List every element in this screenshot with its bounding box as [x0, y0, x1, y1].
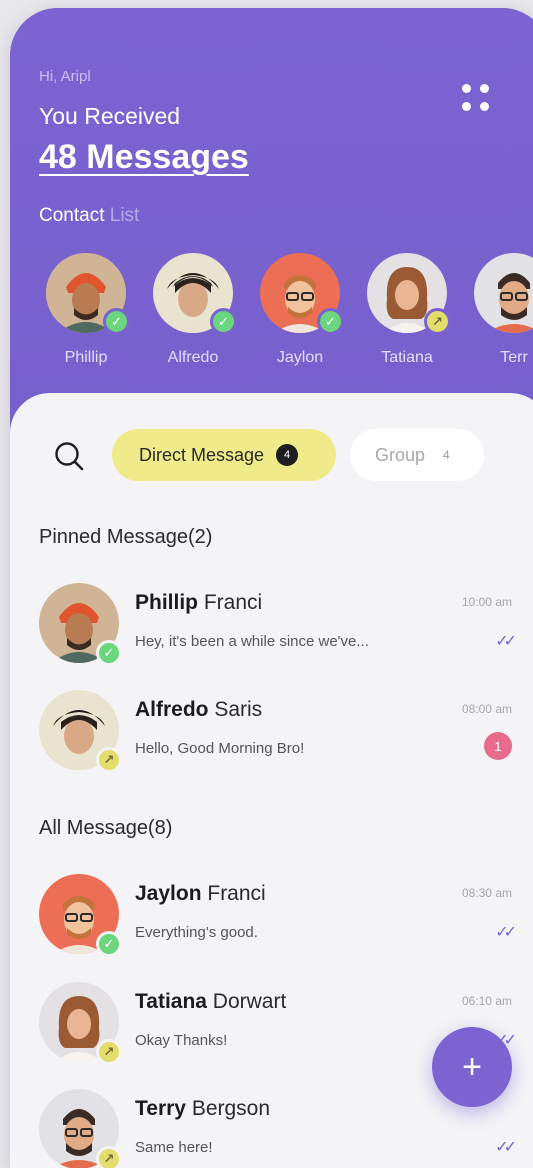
app-screen: Hi, Aripl You Received 48 Messages Conta… [10, 8, 533, 1168]
tab-label: Group [375, 444, 426, 465]
tab-group[interactable]: Group 4 [350, 429, 484, 481]
read-check-icon: ✓✓ [495, 924, 517, 941]
greeting: Hi, Aripl [39, 68, 91, 85]
avatar: ✓ [39, 583, 122, 666]
sender-name: Terry Bergson [135, 1097, 271, 1120]
avatar: ✓ [153, 253, 237, 335]
sender-name: Phillip Franci [135, 591, 263, 614]
online-status-icon: ✓ [96, 640, 122, 666]
contact-list: ✓ Phillip ✓ Alfredo ✓ Jaylon ↗ Tatiana T… [10, 253, 533, 383]
away-status-icon: ↗ [424, 308, 451, 335]
sender-name: Jaylon Franci [135, 882, 266, 905]
received-label: You Received [39, 103, 181, 129]
read-check-icon: ✓✓ [495, 1139, 517, 1156]
message-row[interactable]: ↗ Alfredo Saris Hello, Good Morning Bro!… [10, 690, 533, 790]
avatar: ↗ [367, 253, 451, 335]
grid-menu-icon[interactable] [462, 84, 492, 118]
message-preview: Okay Thanks! [135, 1032, 228, 1049]
read-check-icon: ✓✓ [495, 633, 517, 650]
contact-tatiana[interactable]: ↗ Tatiana [362, 253, 452, 367]
away-status-icon: ↗ [96, 1146, 122, 1168]
count-badge: 4 [443, 448, 450, 462]
count-badge: 4 [276, 444, 299, 466]
message-time: 08:30 am [461, 886, 512, 900]
contact-list-title: Contact List [39, 205, 140, 226]
message-time: 06:10 am [461, 994, 512, 1008]
pinned-section-title: Pinned Message(2) [39, 526, 213, 548]
online-status-icon: ✓ [96, 931, 122, 957]
away-status-icon: ↗ [96, 1039, 122, 1065]
terry-photo [474, 253, 533, 333]
contact-name: Terr [500, 349, 528, 366]
contact-name: Tatiana [381, 349, 433, 366]
message-preview: Hey, it's been a while since we've... [135, 633, 369, 650]
contact-terry[interactable]: Terr [469, 253, 533, 367]
sender-name: Tatiana Dorwart [135, 990, 287, 1013]
search-icon[interactable] [53, 440, 85, 472]
avatar: ↗ [39, 690, 122, 773]
avatar [474, 253, 533, 333]
online-status-icon: ✓ [210, 308, 237, 335]
new-message-button[interactable]: + [432, 1027, 512, 1107]
message-row[interactable]: ✓ Jaylon Franci Everything's good. 08:30… [10, 874, 533, 974]
contact-name: Phillip [64, 349, 108, 366]
avatar: ✓ [39, 874, 122, 957]
avatar: ✓ [46, 253, 130, 335]
online-status-icon: ✓ [317, 308, 344, 335]
online-status-icon: ✓ [103, 308, 130, 335]
contact-alfredo[interactable]: ✓ Alfredo [148, 253, 238, 367]
message-time: 08:00 am [461, 702, 512, 716]
contact-jaylon[interactable]: ✓ Jaylon [255, 253, 345, 367]
contact-phillip[interactable]: ✓ Phillip [41, 253, 131, 367]
messages-count[interactable]: 48 Messages [39, 138, 249, 177]
away-status-icon: ↗ [96, 747, 122, 773]
message-row[interactable]: ✓ Phillip Franci Hey, it's been a while … [10, 583, 533, 683]
tab-direct-message[interactable]: Direct Message 4 [112, 429, 336, 481]
message-time: 10:00 am [461, 595, 512, 609]
contact-name: Alfredo [167, 349, 219, 366]
avatar: ↗ [39, 1089, 122, 1168]
all-messages-section-title: All Message(8) [39, 817, 173, 839]
avatar: ✓ [260, 253, 344, 335]
tab-label: Direct Message [139, 444, 265, 465]
avatar: ↗ [39, 982, 122, 1065]
message-preview: Hello, Good Morning Bro! [135, 740, 305, 757]
message-preview: Everything's good. [135, 924, 258, 941]
contact-name: Jaylon [276, 349, 324, 366]
header: Hi, Aripl You Received 48 Messages Conta… [10, 8, 533, 428]
message-preview: Same here! [135, 1139, 213, 1156]
sender-name: Alfredo Saris [135, 698, 263, 721]
unread-badge: 1 [484, 732, 512, 760]
